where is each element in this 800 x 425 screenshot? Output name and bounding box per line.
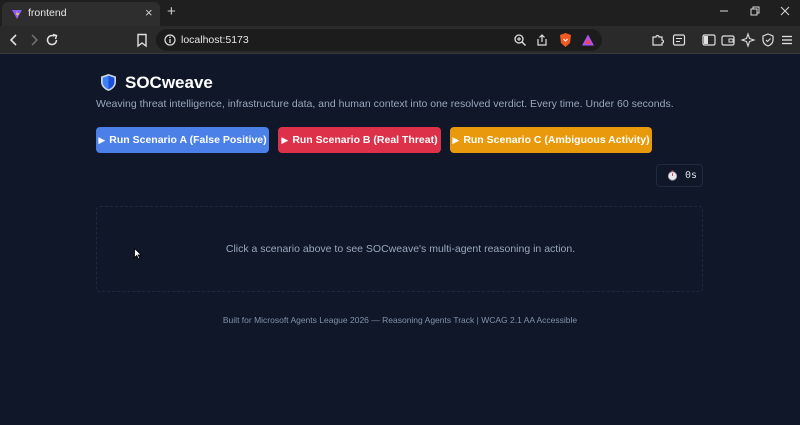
- elapsed-timer: 0s: [656, 164, 703, 187]
- run-scenario-b-button[interactable]: ▶ Run Scenario B (Real Threat): [278, 127, 441, 153]
- page-content: SOCweave Weaving threat intelligence, in…: [0, 55, 800, 425]
- app-title: SOCweave: [125, 73, 213, 92]
- brave-shields-icon[interactable]: [558, 32, 573, 48]
- leo-ai-icon[interactable]: [740, 32, 756, 48]
- play-icon: ▶: [281, 135, 289, 145]
- browser-toolbar: localhost:5173: [0, 26, 800, 54]
- address-bar[interactable]: localhost:5173: [156, 29, 602, 51]
- empty-state-message: Click a scenario above to see SOCweave's…: [225, 243, 576, 255]
- scenario-b-label: Run Scenario B (Real Threat): [292, 134, 438, 146]
- zoom-icon[interactable]: [513, 33, 527, 47]
- minimize-icon[interactable]: [717, 4, 731, 18]
- play-icon: ▶: [98, 135, 106, 145]
- results-panel: Click a scenario above to see SOCweave's…: [96, 206, 703, 292]
- forward-icon[interactable]: [26, 32, 42, 48]
- vite-favicon-icon: [12, 10, 22, 19]
- brave-rewards-icon[interactable]: [581, 33, 595, 47]
- tab-close-icon[interactable]: ×: [145, 5, 153, 21]
- sidebar-icon[interactable]: [701, 32, 717, 48]
- stopwatch-icon: [667, 170, 678, 181]
- back-icon[interactable]: [6, 32, 22, 48]
- run-scenario-a-button[interactable]: ▶ Run Scenario A (False Positive): [96, 127, 269, 153]
- menu-icon[interactable]: [779, 32, 795, 48]
- play-icon: ▶: [452, 135, 460, 145]
- restore-icon[interactable]: [748, 4, 762, 18]
- wallet-icon[interactable]: [720, 32, 736, 48]
- scenario-a-label: Run Scenario A (False Positive): [109, 134, 267, 146]
- run-scenario-c-button[interactable]: ▶ Run Scenario C (Ambiguous Activity): [450, 127, 652, 153]
- footer-text: Built for Microsoft Agents League 2026 —…: [222, 315, 578, 325]
- timer-value: 0s: [685, 170, 698, 181]
- mouse-cursor-icon: [134, 248, 142, 260]
- browser-tab-bar: frontend × +: [0, 0, 800, 26]
- share-icon[interactable]: [535, 33, 549, 47]
- reader-mode-icon[interactable]: [671, 32, 687, 48]
- scenario-c-label: Run Scenario C (Ambiguous Activity): [463, 134, 650, 146]
- extensions-icon[interactable]: [650, 32, 666, 48]
- close-icon[interactable]: [778, 4, 792, 18]
- vpn-shield-icon[interactable]: [760, 32, 776, 48]
- shield-icon: [101, 74, 116, 91]
- bookmark-icon[interactable]: [134, 32, 150, 48]
- browser-tab[interactable]: frontend ×: [2, 2, 160, 26]
- site-info-icon[interactable]: [164, 34, 176, 46]
- new-tab-icon[interactable]: +: [167, 3, 176, 21]
- reload-icon[interactable]: [44, 32, 60, 48]
- url-text: localhost:5173: [181, 34, 249, 46]
- tab-title: frontend: [28, 7, 67, 19]
- app-tagline: Weaving threat intelligence, infrastruct…: [96, 98, 674, 110]
